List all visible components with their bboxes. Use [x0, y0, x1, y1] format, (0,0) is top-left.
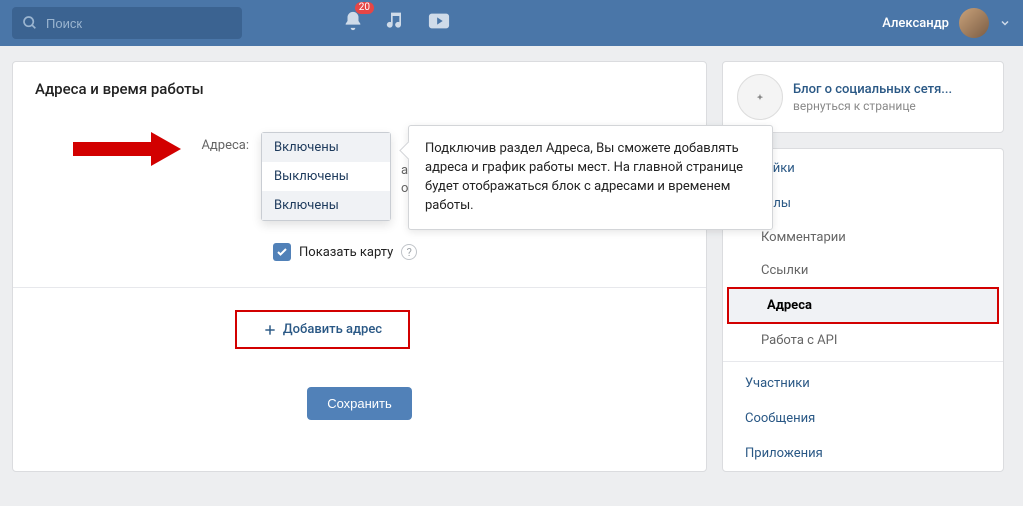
sidebar: ✦ Блог о социальных сетя... вернуться к … — [722, 61, 1004, 472]
menu-apps[interactable]: Приложения — [723, 436, 1003, 471]
user-menu[interactable]: Александр — [882, 8, 1011, 38]
info-tooltip: Подключив раздел Адреса, Вы сможете доба… — [408, 125, 773, 230]
group-card[interactable]: ✦ Блог о социальных сетя... вернуться к … — [722, 61, 1004, 133]
group-title: Блог о социальных сетя... — [793, 82, 952, 97]
show-map-row: Показать карту ? — [273, 243, 706, 261]
header-icons: 20 — [342, 10, 450, 36]
avatar — [959, 8, 989, 38]
show-map-label: Показать карту — [299, 245, 393, 260]
addresses-row: Адреса: а пусто. отве. Включены Выключен… — [13, 132, 706, 221]
search-icon — [22, 15, 38, 31]
group-avatar: ✦ — [737, 74, 783, 120]
plus-icon — [263, 323, 277, 337]
search-input[interactable] — [46, 16, 216, 31]
notifications-icon[interactable]: 20 — [342, 10, 364, 36]
notification-badge: 20 — [355, 2, 374, 14]
addresses-select[interactable]: Включены Выключены Включены — [261, 132, 391, 221]
music-icon[interactable] — [386, 11, 406, 35]
menu-api[interactable]: Работа с API — [723, 324, 1003, 357]
menu-messages[interactable]: Сообщения — [723, 401, 1003, 436]
show-map-checkbox[interactable] — [273, 243, 291, 261]
select-option-on[interactable]: Включены — [262, 191, 390, 220]
menu-links[interactable]: Ссылки — [723, 254, 1003, 287]
username: Александр — [882, 16, 949, 31]
video-icon[interactable] — [428, 11, 450, 35]
help-icon[interactable]: ? — [401, 244, 417, 260]
divider — [13, 287, 706, 288]
save-button[interactable]: Сохранить — [307, 387, 412, 420]
add-address-label: Добавить адрес — [283, 322, 382, 337]
menu-addresses[interactable]: Адреса — [729, 289, 997, 322]
top-header: 20 Александр — [0, 0, 1023, 46]
page-title: Адреса и время работы — [13, 62, 706, 132]
select-selected[interactable]: Включены — [262, 133, 390, 162]
chevron-down-icon — [999, 17, 1011, 29]
add-address-button[interactable]: Добавить адрес — [249, 312, 396, 347]
menu-members[interactable]: Участники — [723, 366, 1003, 401]
check-icon — [276, 246, 288, 258]
select-option-off[interactable]: Выключены — [262, 162, 390, 191]
menu-divider — [723, 361, 1003, 362]
red-arrow-annotation — [73, 136, 193, 162]
search-box[interactable] — [12, 7, 242, 39]
main-panel: Адреса и время работы Адреса: а пусто. о… — [12, 61, 707, 472]
addresses-highlight: Адреса — [727, 287, 999, 324]
add-address-highlight: Добавить адрес — [235, 310, 410, 349]
group-return-link[interactable]: вернуться к странице — [793, 99, 952, 113]
